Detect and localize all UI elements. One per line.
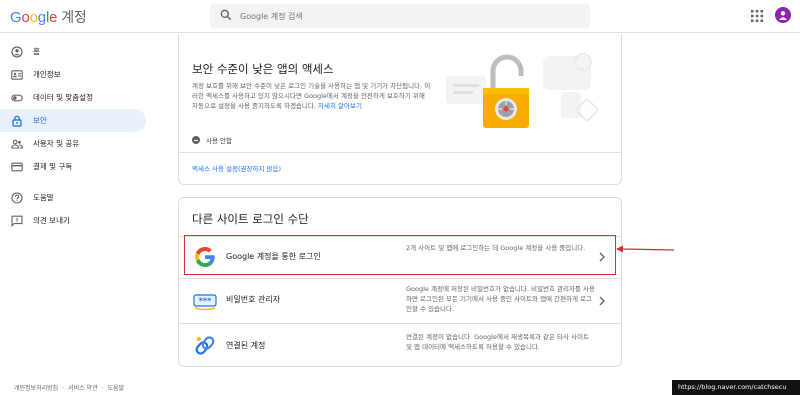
sidebar-item-data-personalization[interactable]: 데이터 및 맞춤설정: [0, 86, 150, 109]
toggle-icon: [11, 92, 23, 104]
sidebar-item-label: 보안: [33, 116, 47, 125]
people-icon: [11, 138, 23, 150]
sidebar-item-label: 데이터 및 맞춤설정: [33, 93, 93, 102]
row-description: Google 계정에 저장된 비밀번호가 없습니다. 비밀번호 관리자를 사용하…: [406, 285, 595, 313]
row-label: 비밀번호 관리자: [226, 295, 281, 304]
feedback-icon: [11, 215, 23, 227]
sidebar-nav: 홈 개인정보 데이터 및 맞춤설정 보안 사용자 및 공유 결제 및 구독 도움…: [0, 40, 150, 232]
sidebar-item-label: 개인정보: [33, 70, 61, 79]
help-icon: [11, 191, 23, 204]
sidebar-item-help[interactable]: 도움말: [0, 186, 150, 209]
description-text: 계정 보호를 위해 보안 수준이 낮은 로그인 기술을 사용하는 앱 및 기기가…: [192, 82, 431, 110]
chevron-right-icon: [599, 252, 605, 262]
sidebar-item-label: 도움말: [33, 193, 54, 202]
logo-letter: o: [29, 9, 38, 26]
sidebar-item-home[interactable]: 홈: [0, 40, 150, 63]
footer-links: 개인정보처리방침 · 서비스 약관 · 도움말: [14, 383, 124, 392]
open-padlock-illustration-icon: [446, 53, 599, 128]
help-link[interactable]: 도움말: [108, 385, 125, 392]
card-title: 보안 수준이 낮은 앱의 액세스: [192, 62, 334, 76]
svg-text:***: ***: [199, 297, 212, 306]
sidebar-item-label: 의견 보내기: [33, 216, 70, 225]
sidebar-item-label: 사용자 및 공유: [33, 139, 80, 148]
sidebar-item-security[interactable]: 보안: [0, 109, 146, 132]
footer-separator: ·: [101, 385, 104, 392]
product-name: 계정: [61, 9, 87, 25]
card-description: 계정 보호를 위해 보안 수준이 낮은 로그인 기술을 사용하는 앱 및 기기가…: [192, 81, 432, 111]
logo-letter: G: [10, 9, 22, 26]
sidebar-divider: [0, 178, 150, 186]
row-description: 2개 사이트 및 앱에 로그인하는 데 Google 계정을 사용 중입니다.: [406, 244, 586, 252]
sidebar-item-payments[interactable]: 결제 및 구독: [0, 155, 150, 178]
link-icon: [195, 336, 215, 355]
apps-grid-icon[interactable]: [751, 10, 763, 22]
google-g-icon: [195, 247, 215, 267]
sidebar-item-people-sharing[interactable]: 사용자 및 공유: [0, 132, 150, 155]
search-icon: [220, 9, 232, 21]
sidebar-item-feedback[interactable]: 의견 보내기: [0, 209, 150, 232]
avatar-person-icon: [779, 11, 787, 20]
credit-card-icon: [11, 161, 23, 173]
footer-separator: ·: [62, 385, 65, 392]
list-item-google-signin[interactable]: Google 계정을 통한 로그인 2개 사이트 및 앱에 로그인하는 데 Go…: [179, 236, 621, 276]
terms-link[interactable]: 서비스 약관: [68, 385, 98, 392]
list-item-password-manager[interactable]: *** 비밀번호 관리자 Google 계정에 저장된 비밀번호가 없습니다. …: [179, 278, 621, 321]
sidebar-item-label: 결제 및 구독: [33, 162, 73, 171]
card-divider: [179, 152, 621, 153]
sidebar-item-personal-info[interactable]: 개인정보: [0, 63, 150, 86]
top-bar: Google 계정: [0, 0, 800, 33]
logo-letter: g: [37, 9, 46, 26]
watermark: https://blog.naver.com/catchsecu: [672, 380, 800, 395]
learn-more-link[interactable]: 자세히 알아보기: [318, 102, 362, 110]
chevron-right-icon: [599, 296, 605, 306]
minus-circle-icon: [192, 136, 200, 144]
arrow-annotation-icon: [616, 245, 675, 253]
card-title: 다른 사이트 로그인 수단: [192, 212, 309, 226]
lock-icon: [11, 115, 23, 127]
google-account-logo[interactable]: Google 계정: [10, 7, 87, 27]
logo-letter: o: [21, 9, 30, 26]
row-label: 연결된 계정: [226, 341, 266, 350]
logo-letter: e: [49, 9, 58, 26]
less-secure-apps-card: 보안 수준이 낮은 앱의 액세스 계정 보호를 위해 보안 수준이 낮은 로그인…: [178, 34, 622, 185]
privacy-policy-link[interactable]: 개인정보처리방침: [14, 385, 58, 392]
search-input[interactable]: [240, 7, 580, 25]
status-row: 사용 안함: [192, 135, 232, 145]
row-description: 연결된 계정이 없습니다. Google에서 재생목록과 같은 타사 사이트 및…: [406, 333, 589, 351]
other-sites-signin-card: 다른 사이트 로그인 수단 Google 계정을 통한 로그인 2개 사이트 및…: [178, 197, 622, 367]
turn-on-access-link[interactable]: 액세스 사용 설정(권장하지 않음): [192, 163, 281, 173]
id-card-icon: [11, 69, 23, 81]
status-text: 사용 안함: [206, 137, 232, 145]
search-bar[interactable]: [210, 4, 590, 28]
person-circle-icon: [11, 45, 23, 58]
list-item-linked-accounts[interactable]: 연결된 계정 연결된 계정이 없습니다. Google에서 재생목록과 같은 타…: [179, 323, 621, 367]
row-label: Google 계정을 통한 로그인: [226, 252, 321, 261]
sidebar-item-label: 홈: [33, 47, 40, 56]
avatar[interactable]: [775, 7, 791, 23]
password-manager-icon: ***: [193, 294, 217, 311]
